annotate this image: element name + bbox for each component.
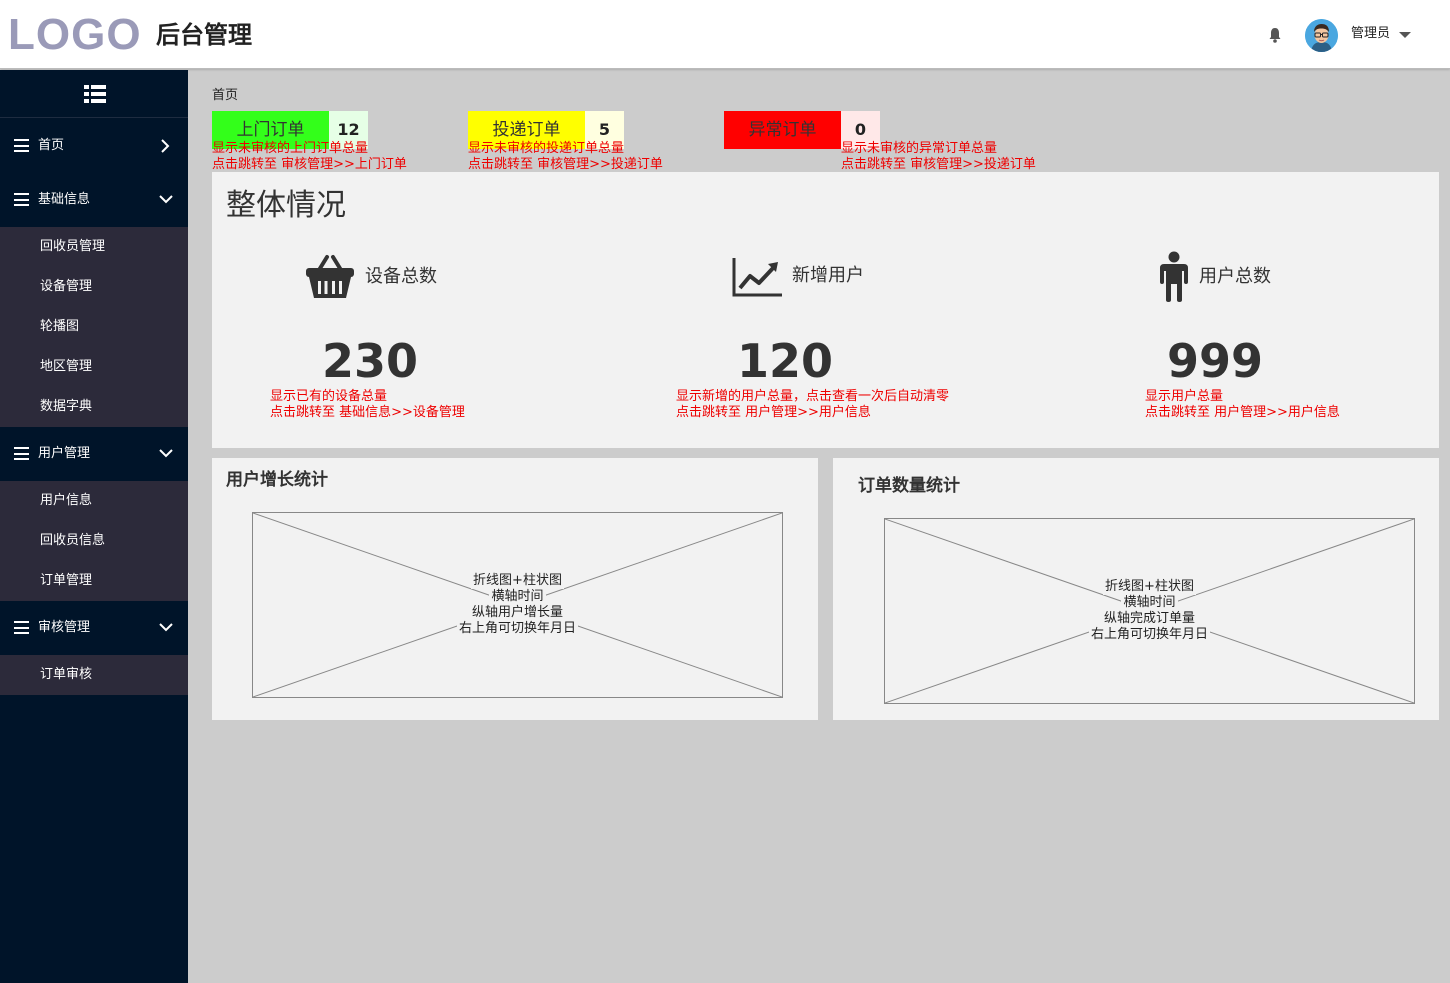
breadcrumb[interactable]: 首页 <box>212 84 238 103</box>
chart-placeholder[interactable]: 折线图+柱状图 横轴时间 纵轴完成订单量 右上角可切换年月日 <box>884 518 1415 704</box>
chevron-right-icon <box>161 139 170 153</box>
order-count-panel: 订单数量统计 折线图+柱状图 横轴时间 纵轴完成订单量 右上角可切换年月日 <box>833 458 1439 720</box>
sidebar-item-recycler-info[interactable]: 回收员信息 <box>0 521 188 561</box>
sidebar-item-review-management[interactable]: 审核管理 <box>0 601 188 655</box>
user-growth-panel: 用户增长统计 折线图+柱状图 横轴时间 纵轴用户增长量 右上角可切换年月日 <box>212 458 818 720</box>
user-name[interactable]: 管理员 <box>1351 25 1390 43</box>
sidebar-item-basic-info[interactable]: 基础信息 <box>0 173 188 227</box>
note-line: 显示已有的设备总量 <box>270 389 388 404</box>
kpi-label-device-total: 设备总数 <box>365 266 437 287</box>
placeholder-line: 横轴时间 <box>489 589 546 605</box>
note-line: 显示未审核的异常订单总量 <box>841 141 998 156</box>
chevron-down-icon <box>159 195 173 204</box>
note-line: 点击跳转至 用户管理>>用户信息 <box>676 405 871 420</box>
kpi-value-new-users[interactable]: 120 <box>737 335 833 387</box>
placeholder-line: 折线图+柱状图 <box>1103 579 1196 595</box>
note-line: 点击跳转至 审核管理>>上门订单 <box>212 157 407 172</box>
placeholder-line: 折线图+柱状图 <box>471 573 564 589</box>
annotation-note: 显示未审核的上门订单总量 点击跳转至 审核管理>>上门订单 <box>212 141 407 173</box>
placeholder-text: 折线图+柱状图 横轴时间 纵轴用户增长量 右上角可切换年月日 <box>253 573 782 637</box>
note-line: 点击跳转至 基础信息>>设备管理 <box>270 405 465 420</box>
sidebar-item-carousel[interactable]: 轮播图 <box>0 307 188 347</box>
sidebar-item-user-management[interactable]: 用户管理 <box>0 427 188 481</box>
menu-icon <box>14 447 29 460</box>
sidebar-item-label: 基础信息 <box>38 192 91 207</box>
annotation-note: 显示用户总量 点击跳转至 用户管理>>用户信息 <box>1145 389 1340 421</box>
kpi-label-user-total: 用户总数 <box>1199 266 1271 287</box>
note-line: 显示未审核的投递订单总量 <box>468 141 625 156</box>
person-icon <box>1160 251 1188 302</box>
sidebar-item-order-review[interactable]: 订单审核 <box>0 655 188 695</box>
note-line: 显示用户总量 <box>1145 389 1224 404</box>
annotation-note: 显示已有的设备总量 点击跳转至 基础信息>>设备管理 <box>270 389 465 421</box>
sidebar-item-user-info[interactable]: 用户信息 <box>0 481 188 521</box>
note-line: 点击跳转至 审核管理>>投递订单 <box>841 157 1036 172</box>
note-line: 显示未审核的上门订单总量 <box>212 141 369 156</box>
logo[interactable]: LOGO <box>8 10 142 60</box>
sidebar: 首页 基础信息 回收员管理 设备管理 轮播图 地区管理 数据字典 用户管理 用户… <box>0 70 188 983</box>
note-line: 显示新增的用户总量，点击查看一次后自动清零 <box>676 389 950 404</box>
sidebar-item-home[interactable]: 首页 <box>0 119 188 173</box>
kpi-label-new-users: 新增用户 <box>792 265 864 286</box>
app-title: 后台管理 <box>156 21 252 49</box>
overview-panel: 整体情况 设备总数 230 显示已有的设备总量 点击跳转至 基础信息>>设备管理… <box>212 172 1439 448</box>
placeholder-line: 纵轴用户增长量 <box>469 605 565 621</box>
sidebar-item-device-management[interactable]: 设备管理 <box>0 267 188 307</box>
placeholder-line: 右上角可切换年月日 <box>1088 627 1210 643</box>
tag-label: 异常订单 <box>724 111 841 149</box>
annotation-note: 显示未审核的异常订单总量 点击跳转至 审核管理>>投递订单 <box>841 141 1036 173</box>
placeholder-line: 右上角可切换年月日 <box>456 621 578 637</box>
sidebar-item-label: 审核管理 <box>38 620 91 635</box>
annotation-note: 显示未审核的投递订单总量 点击跳转至 审核管理>>投递订单 <box>468 141 663 173</box>
annotation-note: 显示新增的用户总量，点击查看一次后自动清零 点击跳转至 用户管理>>用户信息 <box>676 389 949 421</box>
chevron-down-icon[interactable] <box>1399 32 1411 38</box>
sidebar-item-region-management[interactable]: 地区管理 <box>0 347 188 387</box>
overview-title: 整体情况 <box>226 188 346 223</box>
sidebar-item-order-management[interactable]: 订单管理 <box>0 561 188 601</box>
avatar[interactable] <box>1305 19 1338 52</box>
sidebar-item-data-dictionary[interactable]: 数据字典 <box>0 387 188 427</box>
menu-icon <box>14 139 29 152</box>
chevron-down-icon <box>159 449 173 458</box>
top-header: LOGO 后台管理 管理员 <box>0 0 1450 69</box>
submenu-user-management: 用户信息 回收员信息 订单管理 <box>0 481 188 601</box>
sidebar-item-label: 首页 <box>38 138 65 153</box>
placeholder-line: 横轴时间 <box>1121 595 1178 611</box>
panel-title: 用户增长统计 <box>226 470 328 490</box>
panel-title: 订单数量统计 <box>858 476 960 496</box>
sidebar-item-label: 用户管理 <box>38 446 91 461</box>
chart-placeholder[interactable]: 折线图+柱状图 横轴时间 纵轴用户增长量 右上角可切换年月日 <box>252 512 783 698</box>
line-chart-icon <box>732 258 782 297</box>
placeholder-text: 折线图+柱状图 横轴时间 纵轴完成订单量 右上角可切换年月日 <box>885 579 1414 643</box>
placeholder-line: 纵轴完成订单量 <box>1101 611 1197 627</box>
sidebar-item-recycler-management[interactable]: 回收员管理 <box>0 227 188 267</box>
note-line: 点击跳转至 审核管理>>投递订单 <box>468 157 663 172</box>
sidebar-toggle[interactable] <box>0 70 188 118</box>
menu-icon <box>14 193 29 206</box>
list-icon[interactable] <box>84 85 106 103</box>
note-line: 点击跳转至 用户管理>>用户信息 <box>1145 405 1340 420</box>
basket-icon <box>306 255 354 298</box>
submenu-basic-info: 回收员管理 设备管理 轮播图 地区管理 数据字典 <box>0 227 188 427</box>
submenu-review-management: 订单审核 <box>0 655 188 695</box>
notification-bell-icon[interactable] <box>1266 26 1284 44</box>
kpi-value-device-total[interactable]: 230 <box>322 335 418 387</box>
chevron-down-icon <box>159 623 173 632</box>
kpi-value-user-total[interactable]: 999 <box>1167 335 1263 387</box>
menu-icon <box>14 621 29 634</box>
